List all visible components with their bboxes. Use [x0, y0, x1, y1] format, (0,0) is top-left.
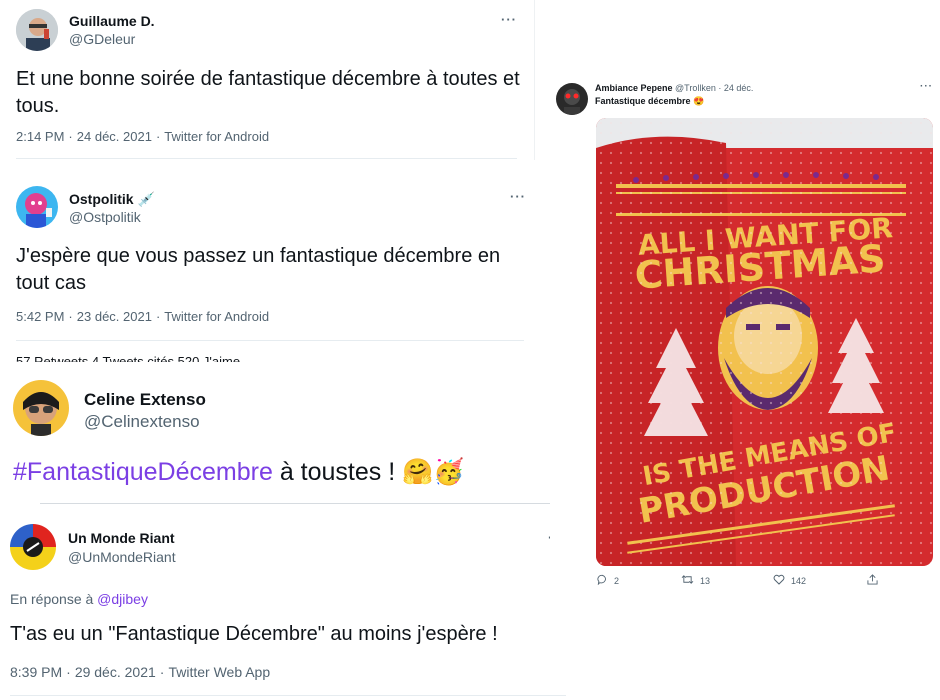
more-options-icon[interactable]: ···: [920, 81, 933, 92]
tweet-stats-cut: 57 Retweets 4 Tweets cités 520 J'aime: [16, 355, 240, 362]
reply-action[interactable]: 2: [597, 574, 619, 587]
author-name[interactable]: Un Monde Riant: [68, 530, 175, 546]
avatar-dark-icon: [556, 83, 588, 115]
author-handle[interactable]: @Celinextenso: [84, 412, 200, 432]
tweet-meta: 2:14 PM · 24 déc. 2021 · Twitter for Android: [16, 129, 270, 144]
tweet-text: Et une bonne soirée de fantastique décem…: [16, 68, 520, 117]
divider: [16, 158, 517, 159]
avatar[interactable]: [10, 524, 56, 570]
more-options-icon[interactable]: ···: [510, 189, 526, 204]
tweet-source[interactable]: Twitter Web App: [168, 664, 270, 680]
divider: [16, 340, 524, 341]
tweet-ostpolitik: Ostpolitik 💉 @Ostpolitik ··· J'espère qu…: [0, 172, 535, 372]
avatar-photo-icon: [16, 9, 58, 51]
tweet-meta: 5:42 PM · 23 déc. 2021 · Twitter for Android: [16, 309, 270, 324]
tweet-photo[interactable]: ALL I WANT FOR CHRISTMAS IS THE MEANS OF…: [596, 118, 933, 566]
hashtag-link[interactable]: #FantastiqueDécembre: [13, 458, 273, 486]
more-options-icon[interactable]: ···: [501, 12, 517, 27]
author-name[interactable]: Ambiance Pepene: [595, 83, 673, 93]
author-handle[interactable]: @Trollken: [675, 83, 716, 93]
author-handle[interactable]: @Ostpolitik: [69, 209, 141, 225]
like-action[interactable]: 142: [773, 574, 806, 587]
divider: [10, 695, 566, 696]
reply-icon: [597, 574, 608, 587]
avatar-logo-icon: [10, 524, 56, 570]
sweater-photo-icon: ALL I WANT FOR CHRISTMAS IS THE MEANS OF…: [596, 118, 933, 566]
avatar-cartoon-icon: [16, 186, 58, 228]
reply-context: En réponse à @djibey: [10, 591, 148, 607]
avatar[interactable]: [13, 380, 69, 436]
heart-icon: [773, 574, 785, 587]
share-action[interactable]: [867, 574, 878, 587]
author-name[interactable]: Ostpolitik 💉: [69, 191, 155, 208]
tweet-actions: 2 13 142: [597, 574, 897, 588]
tweet-time[interactable]: 5:42 PM: [16, 309, 64, 324]
share-icon: [867, 574, 878, 587]
avatar[interactable]: [16, 9, 58, 51]
avatar-illustration-icon: [13, 380, 69, 436]
like-count: 142: [791, 575, 807, 586]
author-line: Ambiance Pepene @Trollken · 24 déc.: [595, 83, 754, 93]
tweet-source[interactable]: Twitter for Android: [164, 309, 269, 324]
retweet-action[interactable]: 13: [681, 574, 710, 587]
tweet-source[interactable]: Twitter for Android: [164, 129, 269, 144]
avatar[interactable]: [556, 83, 588, 115]
tweet-time[interactable]: 8:39 PM: [10, 664, 62, 680]
reply-to-link[interactable]: @djibey: [97, 591, 148, 607]
author-handle[interactable]: @UnMondeRiant: [68, 549, 176, 565]
tweet-text: Fantastique décembre 😍: [595, 96, 705, 106]
tweet-time[interactable]: 2:14 PM: [16, 129, 64, 144]
author-name[interactable]: Celine Extenso: [84, 390, 206, 410]
syringe-icon: 💉: [137, 191, 155, 207]
reply-count: 2: [614, 575, 620, 586]
tweet-celine: Celine Extenso @Celinextenso #Fantastiqu…: [0, 372, 570, 700]
tweet-meta: 8:39 PM · 29 déc. 2021 · Twitter Web App: [10, 664, 271, 680]
author-name[interactable]: Guillaume D.: [69, 13, 155, 29]
tweet-text: #FantastiqueDécembre à toustes ! 🤗🥳: [13, 458, 465, 486]
divider: [40, 503, 552, 504]
tweet-text: J'espère que vous passez un fantastique …: [16, 245, 501, 294]
tweet-text: T'as eu un "Fantastique Décembre" au moi…: [10, 623, 498, 645]
retweet-icon: [681, 574, 694, 587]
tweet-date[interactable]: 24 déc. 2021: [77, 129, 152, 144]
avatar[interactable]: [16, 186, 58, 228]
author-handle[interactable]: @GDeleur: [69, 31, 135, 47]
tweet-date[interactable]: 23 déc. 2021: [77, 309, 152, 324]
tweet-date[interactable]: 24 déc.: [724, 83, 754, 93]
tweet-guillaume: Guillaume D. @GDeleur ··· Et une bonne s…: [0, 0, 535, 160]
tweet-date[interactable]: 29 déc. 2021: [75, 664, 156, 680]
retweet-count: 13: [700, 575, 711, 586]
